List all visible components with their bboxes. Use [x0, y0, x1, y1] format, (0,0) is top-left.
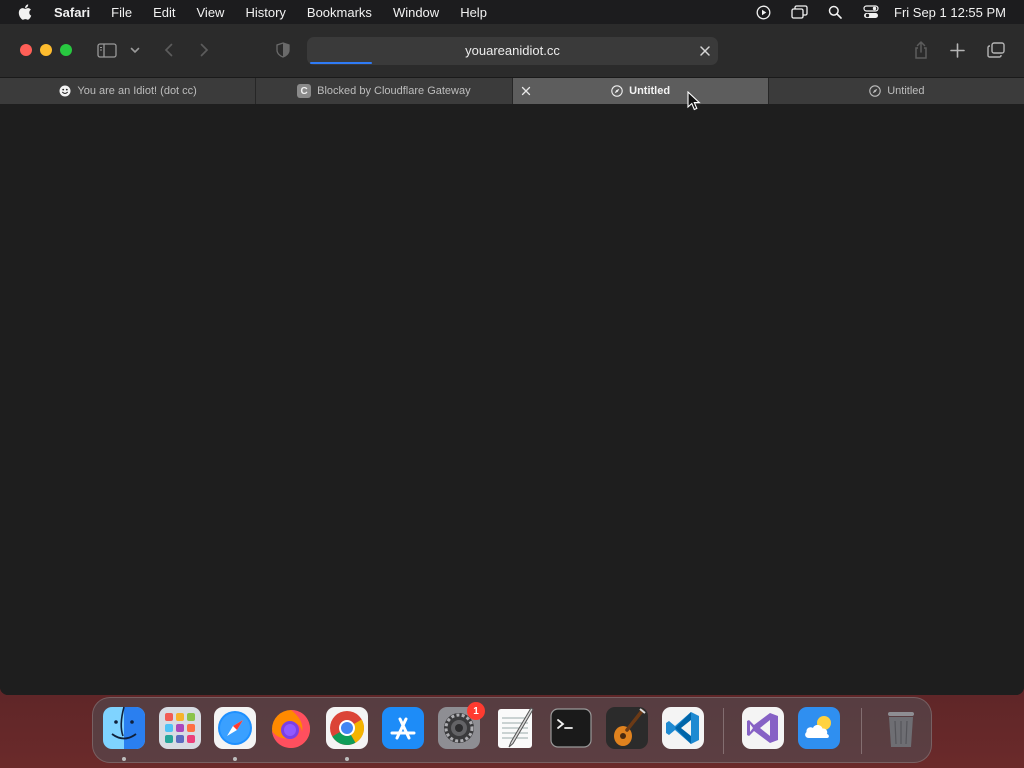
trash-icon[interactable]	[879, 706, 923, 750]
app-store-icon[interactable]	[381, 706, 425, 750]
apple-menu-icon[interactable]	[18, 4, 38, 20]
address-bar[interactable]: youareanidiot.cc	[307, 37, 718, 65]
screen-recording-icon[interactable]	[754, 4, 772, 20]
c-letter-icon: C	[297, 84, 312, 98]
control-center-icon[interactable]	[862, 4, 880, 20]
dock-divider	[861, 708, 862, 754]
forward-chevron-icon[interactable]	[196, 41, 212, 59]
menu-app-name[interactable]: Safari	[54, 5, 90, 20]
chrome-running-indicator	[345, 757, 349, 761]
menu-history[interactable]: History	[245, 5, 285, 20]
privacy-shield-icon[interactable]	[274, 41, 292, 59]
chevron-down-icon[interactable]	[129, 44, 141, 56]
compass-icon	[610, 85, 623, 98]
dock-divider	[723, 708, 724, 754]
back-chevron-icon[interactable]	[160, 41, 176, 59]
smiley-icon	[58, 85, 71, 98]
visual-studio-icon[interactable]	[741, 706, 785, 750]
compass-icon	[868, 85, 881, 98]
url-text[interactable]: youareanidiot.cc	[307, 43, 718, 58]
page-content[interactable]	[0, 104, 1024, 695]
textedit-icon[interactable]	[493, 706, 537, 750]
dock: 1	[92, 697, 932, 763]
tab-title: Blocked by Cloudflare Gateway	[317, 85, 471, 97]
mouse-cursor-icon	[687, 90, 701, 111]
tab-overview-icon[interactable]	[986, 41, 1006, 59]
finder-running-indicator	[122, 757, 126, 761]
tab-icon-letter: C	[300, 85, 308, 97]
menu-help[interactable]: Help	[460, 5, 487, 20]
finder-icon[interactable]	[102, 706, 146, 750]
menu-bar: Safari File Edit View History Bookmarks …	[0, 0, 1024, 24]
safari-icon[interactable]	[213, 706, 257, 750]
close-tab-icon[interactable]	[520, 85, 532, 97]
spotlight-search-icon[interactable]	[826, 4, 844, 20]
notification-badge: 1	[467, 702, 485, 720]
safari-running-indicator	[233, 757, 237, 761]
stop-loading-close-icon[interactable]	[698, 44, 712, 58]
menu-bookmarks[interactable]: Bookmarks	[307, 5, 372, 20]
page-load-progress	[310, 62, 372, 64]
minimize-window-button[interactable]	[40, 44, 52, 56]
tab-blocked-by-cloudflare[interactable]: C Blocked by Cloudflare Gateway	[256, 78, 513, 104]
close-window-button[interactable]	[20, 44, 32, 56]
system-settings-icon[interactable]: 1	[437, 702, 485, 750]
menu-window[interactable]: Window	[393, 5, 439, 20]
sidebar-toggle-icon[interactable]	[96, 41, 118, 59]
menu-file[interactable]: File	[111, 5, 132, 20]
menu-edit[interactable]: Edit	[153, 5, 175, 20]
tab-you-are-an-idiot[interactable]: You are an Idiot! (dot cc)	[0, 78, 257, 104]
menu-view[interactable]: View	[197, 5, 225, 20]
tab-title: Untitled	[887, 85, 925, 97]
tab-bar: You are an Idiot! (dot cc) C Blocked by …	[0, 77, 1024, 104]
safari-window: youareanidiot.cc You are an Idiot! (dot …	[0, 24, 1024, 695]
screen-mirroring-icon[interactable]	[790, 4, 808, 20]
launchpad-icon[interactable]	[158, 706, 202, 750]
menubar-clock[interactable]: Fri Sep 1 12:55 PM	[894, 5, 1006, 20]
tab-title: You are an Idiot! (dot cc)	[77, 85, 197, 97]
garageband-icon[interactable]	[605, 706, 649, 750]
tab-untitled-active[interactable]: Untitled	[512, 78, 769, 104]
firefox-icon[interactable]	[269, 706, 313, 750]
tab-untitled[interactable]: Untitled	[769, 78, 1024, 104]
terminal-icon[interactable]	[549, 706, 593, 750]
toolbar: youareanidiot.cc	[0, 24, 1024, 77]
weather-icon[interactable]	[797, 706, 841, 750]
vscode-icon[interactable]	[661, 706, 705, 750]
share-icon[interactable]	[912, 39, 930, 61]
tab-title: Untitled	[629, 85, 671, 97]
new-tab-plus-icon[interactable]	[948, 41, 966, 59]
zoom-window-button[interactable]	[60, 44, 72, 56]
chrome-icon[interactable]	[325, 706, 369, 750]
